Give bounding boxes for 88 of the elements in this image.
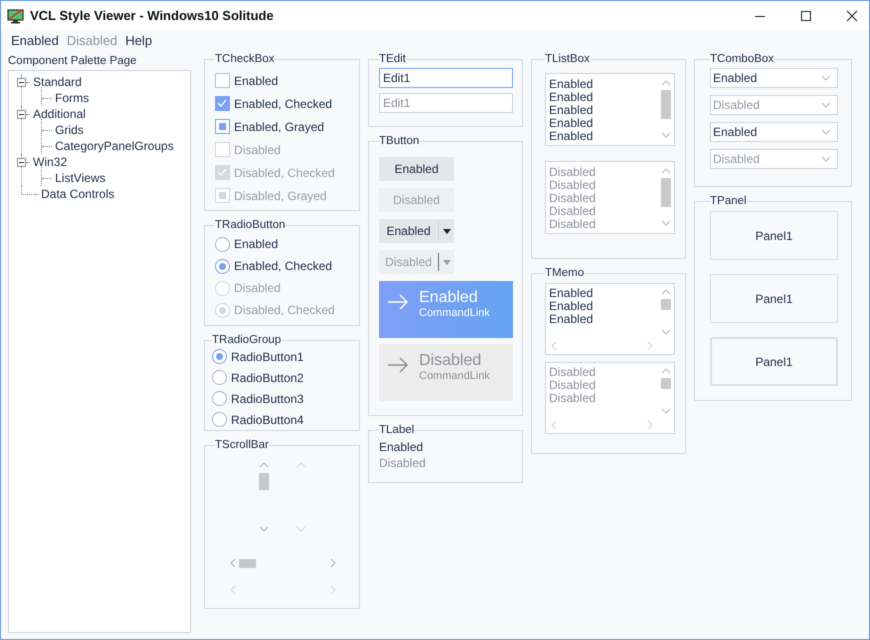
- memo-line: Enabled: [549, 313, 594, 326]
- memo-line: Disabled: [549, 392, 597, 405]
- chevron-down-icon: [821, 129, 831, 135]
- panel: Panel1: [710, 274, 838, 323]
- list-item[interactable]: Enabled: [549, 104, 659, 117]
- list-item[interactable]: Enabled: [549, 117, 659, 130]
- window-title: VCL Style Viewer - Windows10 Solitude: [30, 8, 274, 23]
- horizontal-scrollbar[interactable]: [229, 556, 337, 570]
- list-item[interactable]: Enabled: [549, 78, 659, 91]
- group-title: TMemo: [545, 267, 584, 279]
- checkbox-label: Enabled, Grayed: [234, 120, 324, 134]
- chevron-down-icon: [821, 102, 831, 108]
- checkbox-label: Enabled: [234, 74, 278, 88]
- group-title: TComboBox: [710, 53, 774, 65]
- radio-label: RadioButton1: [231, 350, 304, 364]
- radio-button[interactable]: [212, 370, 227, 385]
- checkbox-label: Disabled, Checked: [234, 166, 335, 180]
- tree-item[interactable]: Grids: [54, 123, 84, 137]
- caret-icon: [443, 260, 451, 264]
- checkbox-label: Disabled, Grayed: [234, 188, 327, 202]
- memo-field[interactable]: Enabled Enabled Enabled: [545, 283, 675, 355]
- checkmark-icon: [217, 99, 227, 107]
- combo-box[interactable]: Enabled: [710, 68, 838, 88]
- arrow-icon: [387, 356, 409, 374]
- radio-label: Enabled, Checked: [234, 259, 332, 273]
- group-title: TScrollBar: [215, 439, 269, 451]
- group-title: TLabel: [379, 424, 414, 436]
- maximize-icon[interactable]: [800, 10, 812, 22]
- list-item[interactable]: Enabled: [549, 91, 659, 104]
- horizontal-scrollbar[interactable]: [549, 339, 655, 353]
- radio-label: Enabled: [234, 237, 278, 251]
- radio-button[interactable]: [212, 349, 227, 364]
- group-title: TCheckBox: [215, 53, 274, 65]
- split-button[interactable]: Enabled: [379, 219, 454, 243]
- collapse-icon[interactable]: [17, 158, 26, 166]
- tree-item[interactable]: Win32: [32, 155, 68, 169]
- list-item[interactable]: Enabled: [549, 130, 659, 143]
- collapse-icon[interactable]: [17, 110, 26, 118]
- radio-label: Disabled: [234, 281, 281, 295]
- label-text: Disabled: [379, 456, 427, 472]
- checkbox[interactable]: [215, 96, 230, 111]
- group-title: TRadioGroup: [212, 334, 282, 346]
- tree-item[interactable]: CategoryPanelGroups: [54, 139, 174, 153]
- radio-button[interactable]: [212, 391, 227, 406]
- chevron-down-icon: [821, 75, 831, 81]
- panel: Panel1: [710, 337, 838, 386]
- arrow-icon: [387, 293, 409, 311]
- tree-item[interactable]: Data Controls: [40, 187, 114, 201]
- memo-line: Enabled: [549, 287, 594, 300]
- palette-label: Component Palette Page: [8, 54, 138, 69]
- radio-button[interactable]: [215, 236, 230, 252]
- radio-button[interactable]: [215, 258, 230, 274]
- combo-box[interactable]: Enabled: [710, 122, 838, 142]
- close-icon[interactable]: [846, 10, 858, 22]
- checkbox[interactable]: [215, 119, 230, 134]
- group-title: TPanel: [710, 195, 746, 207]
- group-title: TListBox: [545, 53, 590, 65]
- memo-line: Disabled: [549, 366, 597, 379]
- memo-line: Enabled: [549, 300, 594, 313]
- label-text: Enabled: [379, 440, 424, 456]
- chevron-down-icon: [821, 156, 831, 162]
- collapse-icon[interactable]: [17, 78, 26, 86]
- checkbox[interactable]: [215, 73, 230, 88]
- memo-line: Disabled: [549, 379, 597, 392]
- text-field[interactable]: Edit1: [379, 68, 513, 88]
- caret-icon: [443, 228, 451, 234]
- group-title: TEdit: [379, 53, 406, 65]
- checkmark-icon: [217, 168, 227, 176]
- checkbox-label: Disabled: [234, 142, 281, 156]
- radio-label: RadioButton2: [231, 370, 304, 384]
- tree-item[interactable]: Forms: [54, 91, 89, 105]
- menu-item[interactable]: Help: [125, 33, 152, 53]
- menu-item[interactable]: Enabled: [11, 33, 59, 53]
- radio-label: Disabled, Checked: [234, 303, 335, 317]
- group-title: TButton: [379, 135, 420, 147]
- checkbox-label: Enabled, Checked: [234, 96, 332, 110]
- radio-button[interactable]: [212, 412, 227, 427]
- app-icon: [7, 8, 25, 24]
- tree-item[interactable]: ListViews: [54, 171, 106, 185]
- tree-item[interactable]: Additional: [32, 107, 86, 121]
- list-box[interactable]: Enabled Enabled Enabled Enabled Enabled: [545, 73, 675, 146]
- radio-label: RadioButton3: [231, 392, 304, 406]
- push-button[interactable]: Enabled: [379, 157, 454, 181]
- tree-item[interactable]: Standard: [32, 75, 82, 89]
- panel: Panel1: [710, 211, 838, 260]
- radio-label: RadioButton4: [231, 412, 304, 426]
- group-title: TRadioButton: [215, 219, 286, 231]
- vertical-scrollbar[interactable]: [659, 78, 673, 140]
